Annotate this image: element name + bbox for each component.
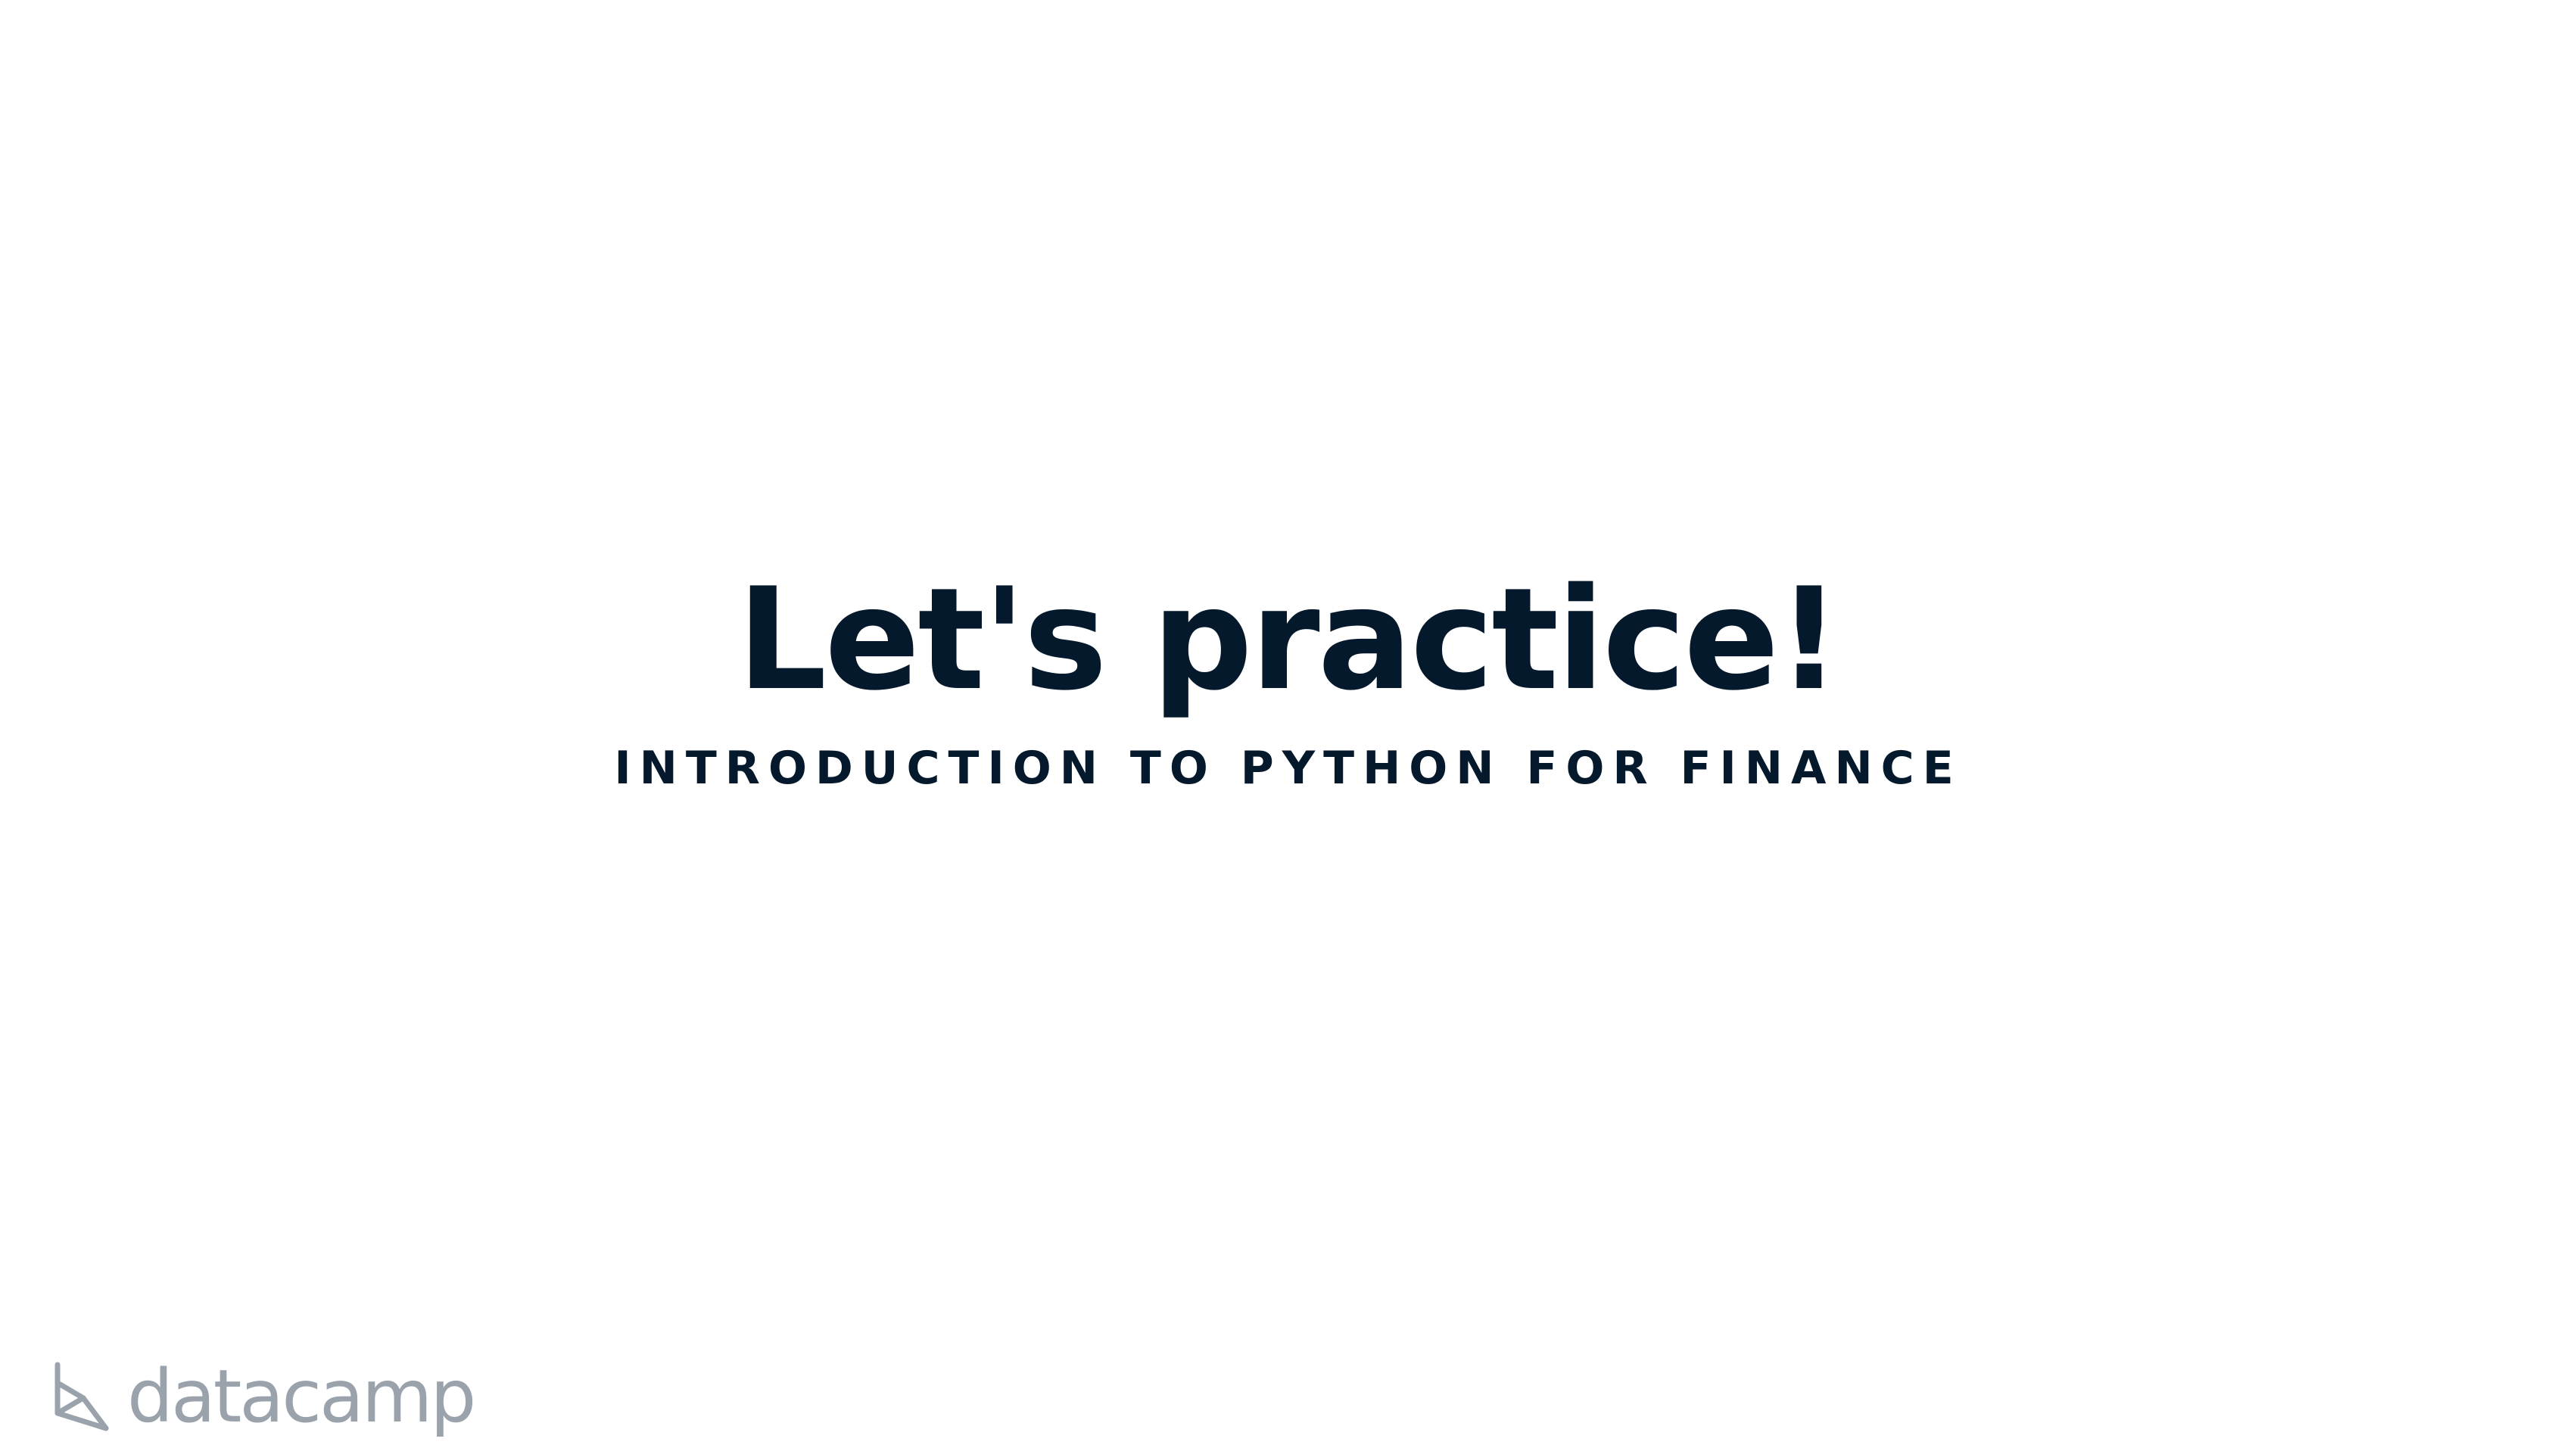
datacamp-logo: datacamp — [51, 1354, 476, 1439]
slide: Let's practice! INTRODUCTION TO PYTHON F… — [0, 0, 2576, 1451]
slide-subtitle: INTRODUCTION TO PYTHON FOR FINANCE — [614, 742, 1962, 795]
datacamp-logo-icon — [55, 1362, 109, 1431]
logo-text: datacamp — [127, 1354, 476, 1439]
slide-title: Let's practice! — [737, 557, 1842, 721]
